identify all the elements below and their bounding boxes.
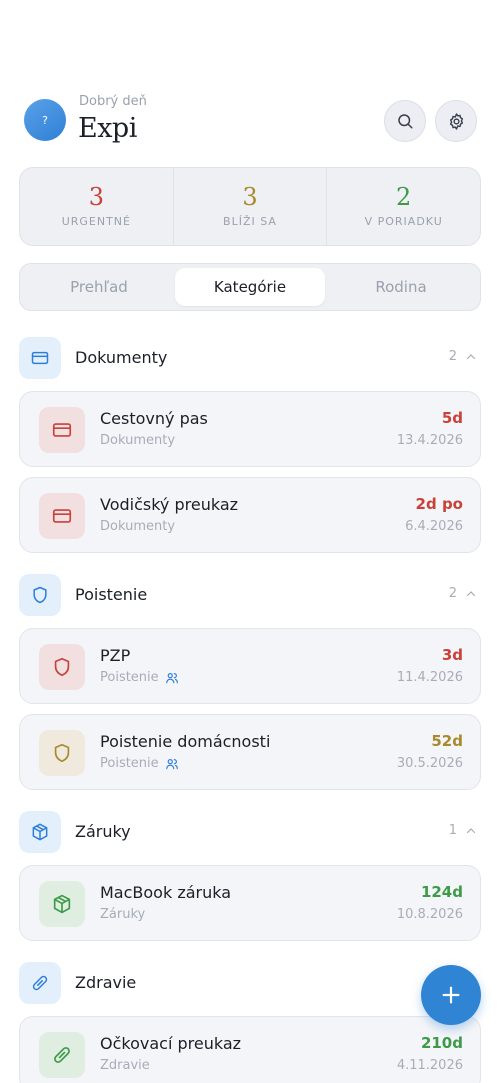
category-count-value: 2: [448, 349, 457, 364]
category-header-health[interactable]: Zdravie: [19, 962, 481, 1004]
app-screen: ? Dobrý deň Expi 3 URGENTNÉ 3 BLÍŽI SA 2…: [0, 0, 500, 1083]
item-date: 4.11.2026: [396, 1058, 463, 1073]
users-icon: [165, 758, 178, 769]
gear-icon: [449, 112, 463, 130]
category-count-value: 2: [448, 586, 457, 601]
list-item[interactable]: Poistenie domácnosti Poistenie 52d 30.5.…: [19, 714, 481, 790]
settings-button[interactable]: [435, 100, 477, 142]
view-tabs: Prehľad Kategórie Rodina: [19, 263, 481, 311]
item-date: 11.4.2026: [396, 670, 463, 685]
item-days-left: 52d: [431, 732, 463, 750]
category-title: Zdravie: [75, 973, 137, 992]
item-days-left: 5d: [441, 409, 463, 427]
header: ? Dobrý deň Expi: [20, 92, 480, 152]
category-count: 2: [449, 586, 477, 601]
item-title: Očkovací preukaz: [100, 1034, 242, 1053]
avatar[interactable]: ?: [24, 99, 66, 141]
item-title: MacBook záruka: [100, 883, 232, 902]
stat-urgent-label: URGENTNÉ: [61, 215, 131, 228]
greeting-text: Dobrý deň: [79, 94, 147, 109]
item-days-left: 3d: [441, 646, 463, 664]
category-count: 2: [449, 349, 477, 364]
item-category: Zdravie: [100, 1058, 150, 1073]
item-title: PZP: [100, 646, 131, 665]
status-summary: 3 URGENTNÉ 3 BLÍŽI SA 2 V PORIADKU: [19, 167, 481, 246]
item-date: 30.5.2026: [396, 756, 463, 771]
stat-ok-label: V PORIADKU: [364, 215, 443, 228]
list-item[interactable]: Cestovný pas Dokumenty 5d 13.4.2026: [19, 391, 481, 467]
item-days-left: 2d po: [415, 495, 463, 513]
pill-icon: [39, 1032, 85, 1078]
stat-upcoming-value: 3: [242, 183, 258, 211]
card-icon: [39, 407, 85, 453]
card-icon: [19, 337, 61, 379]
item-subtitle: Poistenie: [100, 670, 179, 685]
stat-upcoming[interactable]: 3 BLÍŽI SA: [172, 168, 327, 245]
category-header-documents[interactable]: Dokumenty 2: [19, 337, 481, 379]
stat-urgent-value: 3: [88, 183, 104, 211]
tab-overview[interactable]: Prehľad: [24, 268, 174, 306]
add-item-button[interactable]: [421, 965, 481, 1025]
category-header-warranties[interactable]: Záruky 1: [19, 811, 481, 853]
category-header-insurance[interactable]: Poistenie 2: [19, 574, 481, 616]
item-title: Cestovný pas: [100, 409, 208, 428]
category-count-value: 1: [448, 823, 457, 838]
item-days-left: 124d: [420, 883, 463, 901]
item-subtitle: Poistenie: [100, 756, 179, 771]
category-title: Záruky: [75, 822, 131, 841]
stat-ok[interactable]: 2 V PORIADKU: [326, 168, 480, 245]
shield-icon: [19, 574, 61, 616]
users-icon: [165, 672, 178, 683]
box-icon: [19, 811, 61, 853]
item-category: Poistenie: [100, 756, 159, 771]
box-icon: [39, 881, 85, 927]
item-category: Záruky: [100, 907, 146, 922]
chevron-up-icon: [466, 353, 476, 359]
tab-family[interactable]: Rodina: [326, 268, 476, 306]
item-days-left: 210d: [420, 1034, 463, 1052]
stat-ok-value: 2: [396, 183, 412, 211]
stat-urgent[interactable]: 3 URGENTNÉ: [20, 168, 173, 245]
list-item[interactable]: Vodičský preukaz Dokumenty 2d po 6.4.202…: [19, 477, 481, 553]
item-category: Poistenie: [100, 670, 159, 685]
item-title: Poistenie domácnosti: [100, 732, 271, 751]
card-icon: [39, 493, 85, 539]
category-count: 1: [449, 823, 477, 838]
item-subtitle: Zdravie: [100, 1058, 150, 1073]
chevron-up-icon: [466, 590, 476, 596]
plus-icon: [442, 986, 460, 1004]
category-title: Dokumenty: [75, 348, 168, 367]
search-button[interactable]: [384, 100, 426, 142]
item-subtitle: Dokumenty: [100, 519, 175, 534]
item-date: 6.4.2026: [405, 519, 463, 534]
shield-icon: [39, 644, 85, 690]
list-item[interactable]: PZP Poistenie 3d 11.4.2026: [19, 628, 481, 704]
item-category: Dokumenty: [100, 519, 176, 534]
tab-categories[interactable]: Kategórie: [175, 268, 325, 306]
item-category: Dokumenty: [100, 433, 176, 448]
shield-icon: [39, 730, 85, 776]
app-name: Expi: [78, 113, 137, 144]
search-icon: [398, 114, 413, 129]
stat-upcoming-label: BLÍŽI SA: [223, 215, 277, 228]
item-title: Vodičský preukaz: [100, 495, 239, 514]
pill-icon: [19, 962, 61, 1004]
item-date: 10.8.2026: [396, 907, 463, 922]
item-subtitle: Dokumenty: [100, 433, 175, 448]
category-title: Poistenie: [75, 585, 148, 604]
chevron-up-icon: [466, 827, 476, 833]
list-item[interactable]: Očkovací preukaz Zdravie 210d 4.11.2026: [19, 1016, 481, 1083]
list-item[interactable]: MacBook záruka Záruky 124d 10.8.2026: [19, 865, 481, 941]
item-date: 13.4.2026: [396, 433, 463, 448]
item-subtitle: Záruky: [100, 907, 145, 922]
